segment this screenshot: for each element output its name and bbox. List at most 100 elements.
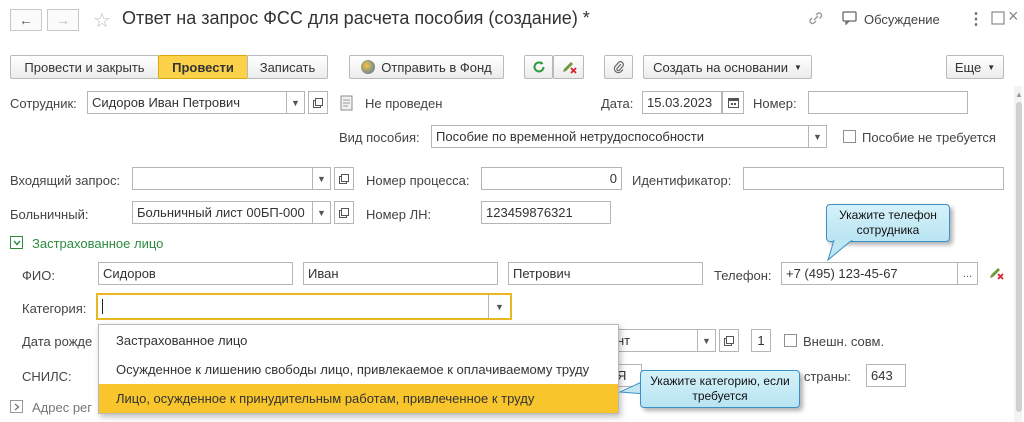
phone-label: Телефон: — [714, 268, 772, 283]
address-section-toggle[interactable] — [10, 400, 23, 413]
identifier-label: Идентификатор: — [632, 173, 732, 188]
save-button[interactable]: Записать — [247, 55, 328, 79]
date-field[interactable]: 15.03.2023 — [642, 91, 722, 114]
partial-field-dropdown-button[interactable]: ▼ — [698, 329, 716, 352]
ellipsis-icon: ... — [962, 267, 973, 280]
chevron-down-icon: ▼ — [317, 173, 326, 184]
employee-label: Сотрудник: — [10, 96, 77, 111]
back-button[interactable]: ← — [10, 9, 42, 31]
forward-button[interactable]: → — [47, 9, 79, 31]
category-label: Категория: — [22, 301, 87, 316]
sick-leave-open-button[interactable] — [334, 201, 354, 224]
more-vertical-icon[interactable]: ⋮ — [968, 9, 984, 29]
chevron-right-icon — [14, 402, 20, 411]
favorite-star-icon[interactable]: ☆ — [93, 8, 111, 33]
benefit-type-dropdown-button[interactable]: ▼ — [809, 125, 827, 148]
chevron-down-icon: ▼ — [702, 335, 711, 346]
scrollbar-thumb[interactable] — [1016, 102, 1022, 412]
middle-name-field[interactable]: Петрович — [508, 262, 703, 285]
benefit-type-label: Вид пособия: — [339, 130, 420, 145]
phone-edit-icon[interactable] — [988, 266, 1004, 283]
partial-field-open-button[interactable] — [719, 329, 739, 352]
country-code-label: а страны: — [793, 369, 851, 384]
external-part-time-label: Внешн. совм. — [803, 334, 885, 349]
benefit-not-required-checkbox[interactable] — [843, 130, 856, 143]
country-code-field[interactable]: 643 — [866, 364, 906, 387]
close-icon[interactable]: × — [1008, 6, 1019, 27]
create-based-on-label: Создать на основании — [653, 59, 788, 75]
discussion-icon[interactable] — [842, 11, 858, 28]
post-and-close-button[interactable]: Провести и закрыть — [10, 55, 159, 79]
sick-leave-field[interactable]: Больничный лист 00БП-000 — [132, 201, 313, 224]
incoming-request-dropdown-button[interactable]: ▼ — [313, 167, 331, 190]
category-option-selected[interactable]: Лицо, осужденное к принудительным работа… — [99, 384, 618, 413]
first-name-field[interactable]: Иван — [303, 262, 498, 285]
chevron-down-icon: ▼ — [813, 131, 822, 142]
snils-label: СНИЛС: — [22, 369, 72, 384]
maximize-icon[interactable] — [991, 11, 1005, 28]
refresh-button[interactable] — [524, 55, 553, 79]
phone-select-button[interactable]: ... — [957, 262, 978, 285]
process-number-field[interactable]: 0 — [481, 167, 622, 190]
incoming-request-label: Входящий запрос: — [10, 173, 121, 188]
number-field[interactable] — [808, 91, 968, 114]
link-icon[interactable] — [808, 10, 824, 29]
category-field[interactable] — [96, 293, 488, 320]
discussion-link[interactable]: Обсуждение — [864, 12, 940, 27]
benefit-type-field[interactable]: Пособие по временной нетрудоспособности — [431, 125, 809, 148]
partial-field[interactable]: нт — [612, 329, 698, 352]
post-button[interactable]: Провести — [158, 55, 248, 79]
insured-section-toggle[interactable] — [10, 236, 23, 249]
chevron-down-icon: ▼ — [987, 62, 996, 72]
edit-clear-button[interactable] — [553, 55, 584, 79]
phone-hint-text: Укажите телефон сотрудника — [839, 208, 937, 237]
open-window-icon — [313, 97, 323, 108]
attach-button[interactable] — [604, 55, 633, 79]
number-label: Номер: — [753, 96, 797, 111]
category-dropdown-list: Застрахованное лицо Осужденное к лишению… — [98, 324, 619, 414]
incoming-request-field[interactable] — [132, 167, 313, 190]
sick-leave-dropdown-button[interactable]: ▼ — [313, 201, 331, 224]
sick-leave-label: Больничный: — [10, 207, 89, 222]
phone-field[interactable]: +7 (495) 123-45-67 — [781, 262, 958, 285]
external-part-time-checkbox[interactable] — [784, 334, 797, 347]
arrow-left-icon: ← — [19, 12, 33, 28]
chevron-down-icon: ▼ — [793, 62, 802, 72]
window-title: Ответ на запрос ФСС для расчета пособия … — [122, 8, 590, 28]
arrow-right-icon: → — [56, 12, 70, 28]
process-number-label: Номер процесса: — [366, 173, 470, 188]
fund-icon — [361, 60, 376, 74]
employee-dropdown-button[interactable]: ▼ — [287, 91, 305, 114]
count-field[interactable]: 1 — [751, 329, 771, 352]
ln-number-field[interactable]: 123459876321 — [481, 201, 611, 224]
address-section-title[interactable]: Адрес рег — [32, 400, 92, 415]
calendar-button[interactable] — [722, 91, 744, 114]
open-window-icon — [724, 335, 734, 346]
category-option[interactable]: Осужденное к лишению свободы лицо, привл… — [99, 355, 618, 384]
phone-hint-callout: Укажите телефон сотрудника — [826, 204, 950, 242]
identifier-field[interactable] — [743, 167, 1004, 190]
category-option[interactable]: Застрахованное лицо — [99, 326, 618, 355]
create-based-on-button[interactable]: Создать на основании ▼ — [643, 55, 812, 79]
scroll-up-icon[interactable]: ▲ — [1015, 90, 1023, 99]
text-cursor — [102, 299, 103, 314]
chevron-down-icon: ▼ — [291, 97, 300, 108]
chevron-down-icon: ▼ — [317, 207, 326, 218]
employee-field[interactable]: Сидоров Иван Петрович — [87, 91, 287, 114]
paperclip-icon — [613, 61, 624, 74]
date-label: Дата: — [601, 96, 634, 111]
incoming-request-open-button[interactable] — [334, 167, 354, 190]
send-to-fund-button[interactable]: Отправить в Фонд — [349, 55, 504, 79]
more-label: Еще — [954, 59, 982, 75]
insured-section-title[interactable]: Застрахованное лицо — [32, 236, 163, 251]
more-button[interactable]: Еще ▼ — [946, 55, 1004, 79]
send-to-fund-label: Отправить в Фонд — [381, 59, 492, 75]
last-name-field[interactable]: Сидоров — [98, 262, 293, 285]
employee-open-button[interactable] — [308, 91, 328, 114]
chevron-down-icon: ▼ — [495, 301, 504, 312]
category-hint-callout: Укажите категорию, если требуется — [640, 370, 800, 408]
ln-number-label: Номер ЛН: — [366, 207, 432, 222]
category-dropdown-button[interactable]: ▼ — [488, 293, 512, 320]
open-window-icon — [339, 207, 349, 218]
calendar-icon — [727, 98, 739, 108]
